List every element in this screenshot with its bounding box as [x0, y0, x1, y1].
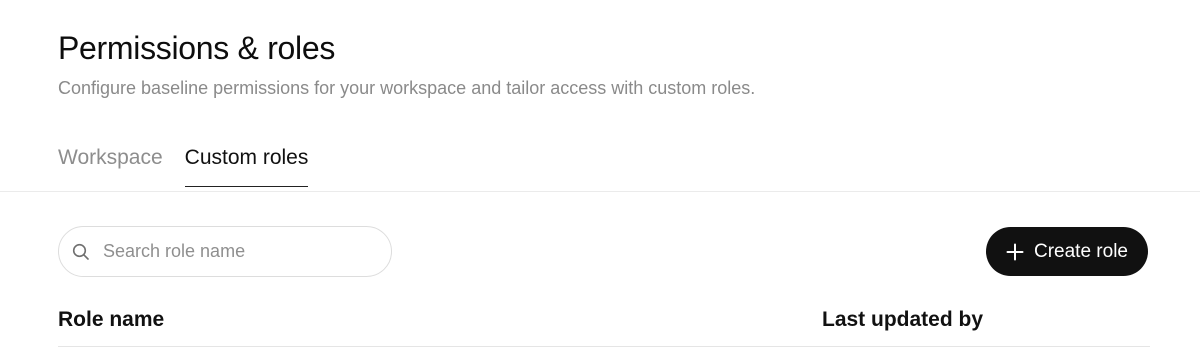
search-icon	[71, 242, 91, 262]
table-header: Role name Last updated by	[58, 308, 1150, 332]
tab-bar: Workspace Custom roles	[58, 146, 309, 187]
create-role-button[interactable]: Create role	[986, 227, 1148, 276]
page-subtitle: Configure baseline permissions for your …	[58, 78, 756, 98]
column-header-role-name[interactable]: Role name	[58, 308, 164, 332]
tab-custom-roles[interactable]: Custom roles	[184, 146, 309, 187]
search-box[interactable]	[58, 226, 392, 277]
plus-icon	[1006, 243, 1024, 261]
table-header-divider	[58, 346, 1150, 347]
custom-roles-page: Permissions & roles Configure baseline p…	[0, 0, 1200, 353]
create-role-label: Create role	[1034, 240, 1128, 262]
tabs-divider	[0, 191, 1200, 192]
column-header-last-updated-by[interactable]: Last updated by	[822, 308, 983, 332]
search-input[interactable]	[103, 241, 373, 262]
tab-workspace[interactable]: Workspace	[58, 146, 163, 187]
page-title: Permissions & roles	[58, 30, 336, 66]
